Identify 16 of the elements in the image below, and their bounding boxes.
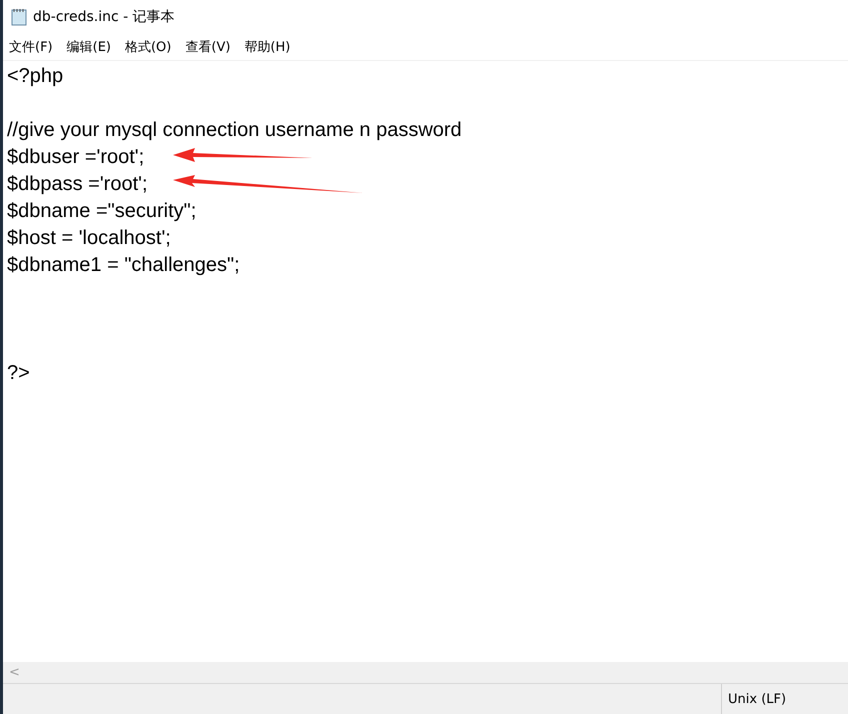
menu-item[interactable]: 帮助(H) <box>244 38 290 56</box>
code-line: ?> <box>7 362 30 385</box>
window-title: db-creds.inc - 记事本 <box>33 8 175 26</box>
code-line: $dbname ="security"; <box>7 200 196 223</box>
menu-item[interactable]: 文件(F) <box>9 38 53 56</box>
code-line: $dbuser ='root'; <box>7 146 144 169</box>
code-line: $dbpass ='root'; <box>7 173 148 196</box>
code-line: <?php <box>7 65 64 88</box>
code-line: //give your mysql connection username n password <box>7 119 462 142</box>
code-line: $dbname1 = "challenges"; <box>7 254 240 277</box>
menu-item[interactable]: 格式(O) <box>124 38 172 56</box>
menu-item[interactable]: 编辑(E) <box>66 38 111 56</box>
notepad-icon <box>11 8 27 26</box>
menu-item[interactable]: 查看(V) <box>185 38 230 56</box>
code-line: $host = 'localhost'; <box>7 227 171 250</box>
line-ending-status: Unix (LF) <box>721 684 848 714</box>
